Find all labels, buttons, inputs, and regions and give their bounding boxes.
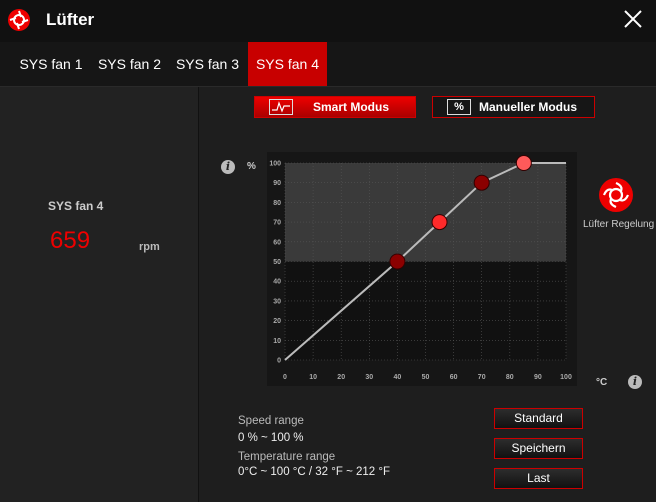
speed-band	[285, 163, 566, 262]
tab-sys-fan-1[interactable]: SYS fan 1	[11, 42, 91, 86]
save-button[interactable]: Speichern	[494, 438, 583, 459]
x-tick-label: 40	[394, 374, 402, 381]
curve-control-point[interactable]	[473, 174, 490, 191]
percent-icon: %	[447, 99, 471, 115]
curve-control-point[interactable]	[431, 214, 448, 231]
smart-mode-label: Smart Modus	[313, 100, 390, 114]
x-tick-label: 30	[365, 374, 373, 381]
x-tick-label: 100	[560, 374, 572, 381]
fan-control-icon[interactable]	[599, 178, 633, 212]
y-tick-label: 80	[273, 200, 281, 207]
y-tick-label: 0	[277, 358, 281, 365]
curve-control-point[interactable]	[389, 253, 406, 270]
fan-status-panel	[0, 87, 199, 502]
y-tick-label: 50	[273, 259, 281, 266]
info-icon-bottom[interactable]: i	[628, 375, 642, 389]
x-tick-label: 90	[534, 374, 542, 381]
x-tick-label: 10	[309, 374, 317, 381]
x-tick-label: 50	[422, 374, 430, 381]
smart-mode-button[interactable]: Smart Modus	[254, 96, 416, 118]
y-tick-label: 60	[273, 239, 281, 246]
temperature-range-label: Temperature range	[238, 451, 336, 463]
fan-rpm-value: 659	[50, 227, 91, 254]
standard-button[interactable]: Standard	[494, 408, 583, 429]
tab-sys-fan-2[interactable]: SYS fan 2	[91, 42, 168, 86]
fan-control-label: Lüfter Regelung	[583, 219, 655, 230]
speed-range-label: Speed range	[238, 415, 304, 427]
y-tick-label: 40	[273, 279, 281, 286]
y-tick-label: 100	[269, 161, 281, 168]
x-tick-label: 0	[283, 374, 287, 381]
manual-mode-button[interactable]: % Manueller Modus	[432, 96, 595, 118]
x-tick-label: 80	[506, 374, 514, 381]
curve-icon	[269, 99, 293, 115]
y-tick-label: 20	[273, 318, 281, 325]
y-tick-label: 70	[273, 220, 281, 227]
tab-sys-fan-4[interactable]: SYS fan 4	[248, 42, 327, 86]
y-tick-label: 10	[273, 338, 281, 345]
fan-tabs: SYS fan 1 SYS fan 2 SYS fan 3 SYS fan 4	[0, 42, 656, 87]
title-bar: Lüfter	[0, 0, 656, 42]
last-button[interactable]: Last	[494, 468, 583, 489]
window-title: Lüfter	[46, 10, 95, 29]
y-tick-label: 30	[273, 298, 281, 305]
y-tick-label: 90	[273, 180, 281, 187]
close-icon[interactable]	[622, 8, 644, 30]
fan-name: SYS fan 4	[48, 199, 104, 213]
info-icon[interactable]: i	[221, 160, 235, 174]
speed-range-value: 0 % ~ 100 %	[238, 432, 304, 444]
temperature-range-value: 0°C ~ 100 °C / 32 °F ~ 212 °F	[238, 466, 390, 478]
fan-rpm-unit: rpm	[139, 241, 160, 253]
tab-sys-fan-3[interactable]: SYS fan 3	[168, 42, 247, 86]
y-unit-label: %	[247, 161, 256, 172]
x-tick-label: 60	[450, 374, 458, 381]
x-tick-label: 70	[478, 374, 486, 381]
msi-dragon-logo-icon	[8, 9, 30, 31]
x-tick-label: 20	[337, 374, 345, 381]
fan-curve-chart: 0 10 20 30 40 50 60 70 80 90 100 0 10 20 30 40 50 60 70 80 9…	[267, 152, 577, 386]
curve-control-point[interactable]	[515, 155, 532, 171]
fan-curve-svg[interactable]: 0 10 20 30 40 50 60 70 80 90 100 0 10 20 30 40 50 60 70 80 9…	[267, 152, 577, 386]
x-unit-label: °C	[596, 377, 608, 388]
manual-mode-label: Manueller Modus	[479, 100, 578, 114]
